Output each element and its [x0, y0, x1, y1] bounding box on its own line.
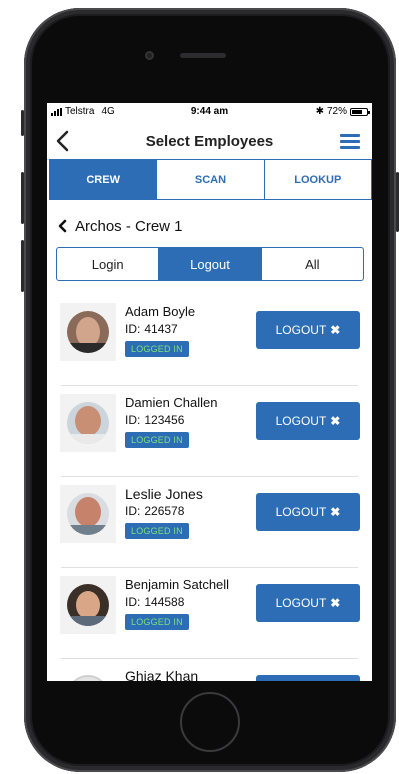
battery-icon	[350, 107, 370, 116]
crew-name: Archos - Crew 1	[75, 217, 183, 235]
main-tabs: CREW SCAN LOOKUP	[49, 159, 372, 200]
status-right: ✱ 72%	[315, 106, 370, 117]
battery-percent: 72%	[326, 106, 347, 117]
status-bar: Telstra 4G 9:44 am ✱ 72%	[47, 103, 372, 120]
employee-name: Leslie Jones	[125, 486, 203, 502]
earpiece-speaker	[180, 53, 226, 58]
avatar	[60, 485, 116, 543]
crew-back-link[interactable]: Archos - Crew 1	[57, 216, 183, 236]
list-item: Benjamin Satchell ID: 144588 LOGGED IN LO…	[47, 568, 372, 659]
logout-button[interactable]: LOGOUT ✖	[256, 311, 360, 349]
home-button[interactable]	[180, 692, 240, 752]
avatar	[60, 303, 116, 361]
tab-lookup[interactable]: LOOKUP	[265, 160, 371, 199]
close-icon: ✖	[330, 414, 341, 428]
status-badge: LOGGED IN	[125, 614, 189, 630]
avatar	[60, 667, 116, 681]
tab-scan[interactable]: SCAN	[157, 160, 265, 199]
employee-id: ID: 226578	[125, 504, 185, 518]
volume-up-button	[21, 172, 24, 224]
employee-name: Damien Challen	[125, 395, 218, 410]
employee-name: Adam Boyle	[125, 304, 196, 319]
front-camera	[145, 51, 154, 60]
hamburger-menu-icon[interactable]	[340, 134, 360, 150]
list-item: Leslie Jones ID: 226578 LOGGED IN LOGOUT ✖	[47, 477, 372, 568]
status-badge: LOGGED IN	[125, 432, 189, 448]
logout-button[interactable]: LOGOUT ✖	[256, 402, 360, 440]
close-icon: ✖	[330, 323, 341, 337]
employee-id: ID: 123456	[125, 413, 185, 427]
avatar	[60, 576, 116, 634]
logout-button[interactable]: LOGOUT ✖	[256, 584, 360, 622]
tab-crew[interactable]: CREW	[50, 160, 158, 199]
employee-name: Benjamin Satchell	[125, 577, 230, 592]
close-icon: ✖	[330, 505, 341, 519]
list-item: Adam Boyle ID: 41437 LOGGED IN LOGOUT ✖	[47, 295, 372, 386]
bluetooth-icon: ✱	[315, 106, 324, 117]
filter-all[interactable]: All	[262, 248, 363, 280]
volume-down-button	[21, 240, 24, 292]
list-item: Ghiaz Khan	[47, 659, 372, 681]
mute-switch	[21, 110, 24, 136]
app-screen: Telstra 4G 9:44 am ✱ 72% Select Employee…	[47, 103, 372, 681]
status-badge: LOGGED IN	[125, 523, 189, 539]
chevron-left-icon	[58, 219, 67, 233]
filter-login[interactable]: Login	[57, 248, 160, 280]
logout-button[interactable]	[256, 675, 360, 681]
logout-button[interactable]: LOGOUT ✖	[256, 493, 360, 531]
employee-id: ID: 41437	[125, 322, 178, 336]
status-filter: Login Logout All	[56, 247, 364, 281]
status-badge: LOGGED IN	[125, 341, 189, 357]
filter-logout[interactable]: Logout	[159, 248, 262, 280]
page-title: Select Employees	[145, 133, 274, 150]
employee-name: Ghiaz Khan	[125, 668, 199, 681]
list-item: Damien Challen ID: 123456 LOGGED IN LOGOU…	[47, 386, 372, 477]
avatar	[60, 394, 116, 452]
employee-list: Adam Boyle ID: 41437 LOGGED IN LOGOUT ✖ Da…	[47, 295, 372, 681]
close-icon: ✖	[330, 596, 341, 610]
nav-bar: Select Employees	[47, 122, 372, 160]
employee-id: ID: 144588	[125, 595, 185, 609]
